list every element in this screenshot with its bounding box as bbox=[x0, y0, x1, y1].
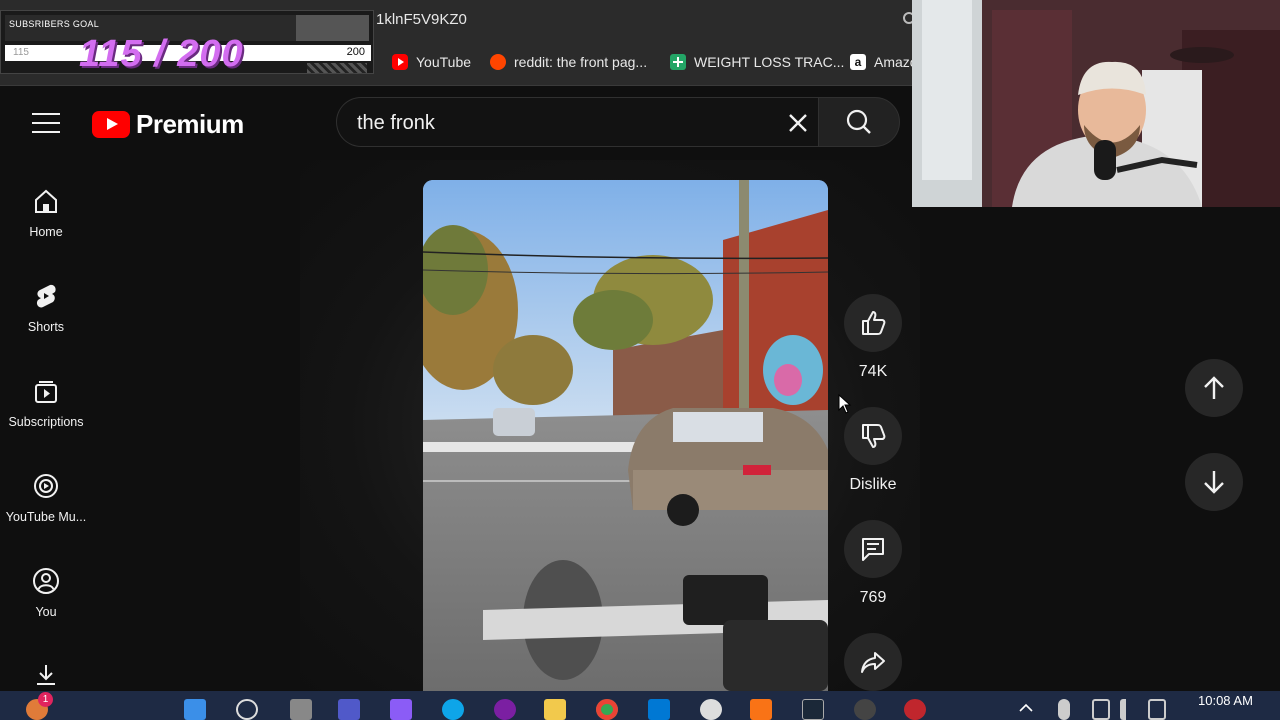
goal-current: 115 bbox=[13, 47, 29, 58]
goal-count: 115 / 200 bbox=[79, 33, 244, 75]
teams-icon[interactable] bbox=[338, 699, 360, 720]
bookmark-label: WEIGHT LOSS TRAC... bbox=[694, 54, 845, 70]
like-count: 74K bbox=[858, 363, 888, 380]
task-view-icon[interactable] bbox=[290, 699, 312, 720]
thumbs-up-icon bbox=[862, 311, 886, 335]
logo-text: Premium bbox=[136, 109, 244, 139]
webcam-feed bbox=[912, 0, 1280, 207]
dislike-button[interactable] bbox=[844, 407, 902, 465]
mouse-cursor-icon bbox=[838, 394, 852, 414]
obs-icon[interactable] bbox=[494, 699, 516, 720]
search-query: the fronk bbox=[357, 112, 435, 134]
search-input[interactable]: the fronk bbox=[336, 97, 818, 147]
screen: 1klnF5V9KZ0 YouTube reddit: the front pa… bbox=[0, 0, 1280, 720]
sidebar-item-label: Home bbox=[29, 225, 63, 239]
webcam-overlay bbox=[912, 0, 1280, 207]
app-icon[interactable] bbox=[700, 699, 722, 720]
dislike-label: Dislike bbox=[849, 476, 897, 493]
previous-video-button[interactable] bbox=[1185, 359, 1243, 417]
comment-icon bbox=[862, 538, 884, 561]
bookmark-amazon[interactable]: a Amazo bbox=[850, 54, 918, 70]
windows-taskbar: 1 10:08 AM bbox=[0, 691, 1280, 720]
sidebar-item-you[interactable]: You bbox=[0, 567, 92, 619]
network-icon[interactable] bbox=[1092, 699, 1110, 720]
youtube-logo-icon bbox=[92, 111, 130, 138]
bookmark-reddit[interactable]: reddit: the front pag... bbox=[490, 54, 647, 70]
comment-count: 769 bbox=[859, 589, 887, 606]
comments-button[interactable] bbox=[844, 520, 902, 578]
chevron-up-icon[interactable] bbox=[1018, 701, 1034, 715]
vlc-icon[interactable] bbox=[750, 699, 772, 720]
sidebar-item-shorts[interactable]: Shorts bbox=[0, 282, 92, 334]
sidebar-item-label: You bbox=[35, 605, 57, 619]
arrow-up-icon bbox=[1204, 376, 1224, 399]
bookmark-label: YouTube bbox=[416, 54, 472, 70]
settings-icon[interactable] bbox=[854, 699, 876, 720]
copilot-icon[interactable] bbox=[390, 699, 412, 720]
amazon-icon: a bbox=[850, 54, 866, 70]
youtube-header: Premium the fronk bbox=[0, 87, 912, 159]
chrome-icon[interactable] bbox=[596, 699, 618, 720]
goal-max: 200 bbox=[346, 46, 365, 58]
sidebar-item-label: Shorts bbox=[27, 320, 65, 334]
share-icon bbox=[861, 652, 885, 673]
sidebar-item-downloads[interactable] bbox=[0, 662, 92, 690]
edge-icon[interactable] bbox=[442, 699, 464, 720]
start-icon[interactable] bbox=[184, 699, 206, 720]
battery-icon[interactable] bbox=[1148, 699, 1166, 720]
sidebar-item-subscriptions[interactable]: Subscriptions bbox=[0, 377, 92, 429]
home-icon bbox=[35, 189, 57, 213]
next-video-button[interactable] bbox=[1185, 453, 1243, 511]
bookmark-youtube[interactable]: YouTube bbox=[392, 54, 471, 70]
video-frame-street-scene bbox=[423, 180, 828, 691]
thumbs-down-icon bbox=[862, 424, 886, 448]
speaker-icon[interactable] bbox=[1120, 699, 1138, 720]
url-fragment[interactable]: 1klnF5V9KZ0 bbox=[376, 11, 467, 28]
sidebar-item-youtube-music[interactable]: YouTube Mu... bbox=[0, 472, 92, 524]
sidebar-item-label: Subscriptions bbox=[8, 415, 84, 429]
microsoft-store-icon[interactable] bbox=[648, 699, 670, 720]
sidebar-item-label: YouTube Mu... bbox=[5, 510, 87, 524]
like-button[interactable] bbox=[844, 294, 902, 352]
bookmark-label: reddit: the front pag... bbox=[514, 54, 648, 70]
menu-icon[interactable] bbox=[32, 113, 60, 133]
reddit-icon bbox=[490, 54, 506, 70]
subscriber-goal-overlay: SUBSRIBERS GOAL 115 200 115 / 200 bbox=[0, 10, 374, 75]
download-icon bbox=[37, 665, 55, 685]
share-button[interactable] bbox=[844, 633, 902, 691]
microphone-icon[interactable] bbox=[1058, 699, 1070, 720]
sidebar-item-home[interactable]: Home bbox=[0, 187, 92, 239]
search-icon bbox=[846, 109, 871, 134]
youtube-premium-logo[interactable]: Premium bbox=[92, 109, 244, 140]
shorts-icon bbox=[36, 284, 56, 308]
you-icon bbox=[33, 568, 59, 594]
subscriptions-icon bbox=[35, 381, 57, 403]
youtube-music-icon bbox=[34, 474, 58, 498]
recording-app-icon[interactable] bbox=[904, 699, 926, 720]
shorts-video-player[interactable] bbox=[423, 180, 828, 691]
clock[interactable]: 10:08 AM bbox=[1198, 693, 1253, 708]
notification-badge: 1 bbox=[38, 692, 53, 707]
sidebar: Home Shorts Subscriptions YouTube Mu... … bbox=[0, 159, 92, 691]
sheets-icon bbox=[670, 54, 686, 70]
close-icon[interactable] bbox=[785, 110, 811, 136]
goal-decoration bbox=[307, 63, 367, 73]
goal-label: SUBSRIBERS GOAL bbox=[9, 19, 100, 29]
search-button[interactable] bbox=[818, 97, 900, 147]
youtube-icon bbox=[392, 54, 408, 70]
file-explorer-icon[interactable] bbox=[544, 699, 566, 720]
arrow-down-icon bbox=[1204, 471, 1224, 494]
bookmark-weight-loss[interactable]: WEIGHT LOSS TRAC... bbox=[670, 54, 844, 70]
search-taskbar-icon[interactable] bbox=[236, 699, 258, 720]
steam-icon[interactable] bbox=[802, 699, 824, 720]
